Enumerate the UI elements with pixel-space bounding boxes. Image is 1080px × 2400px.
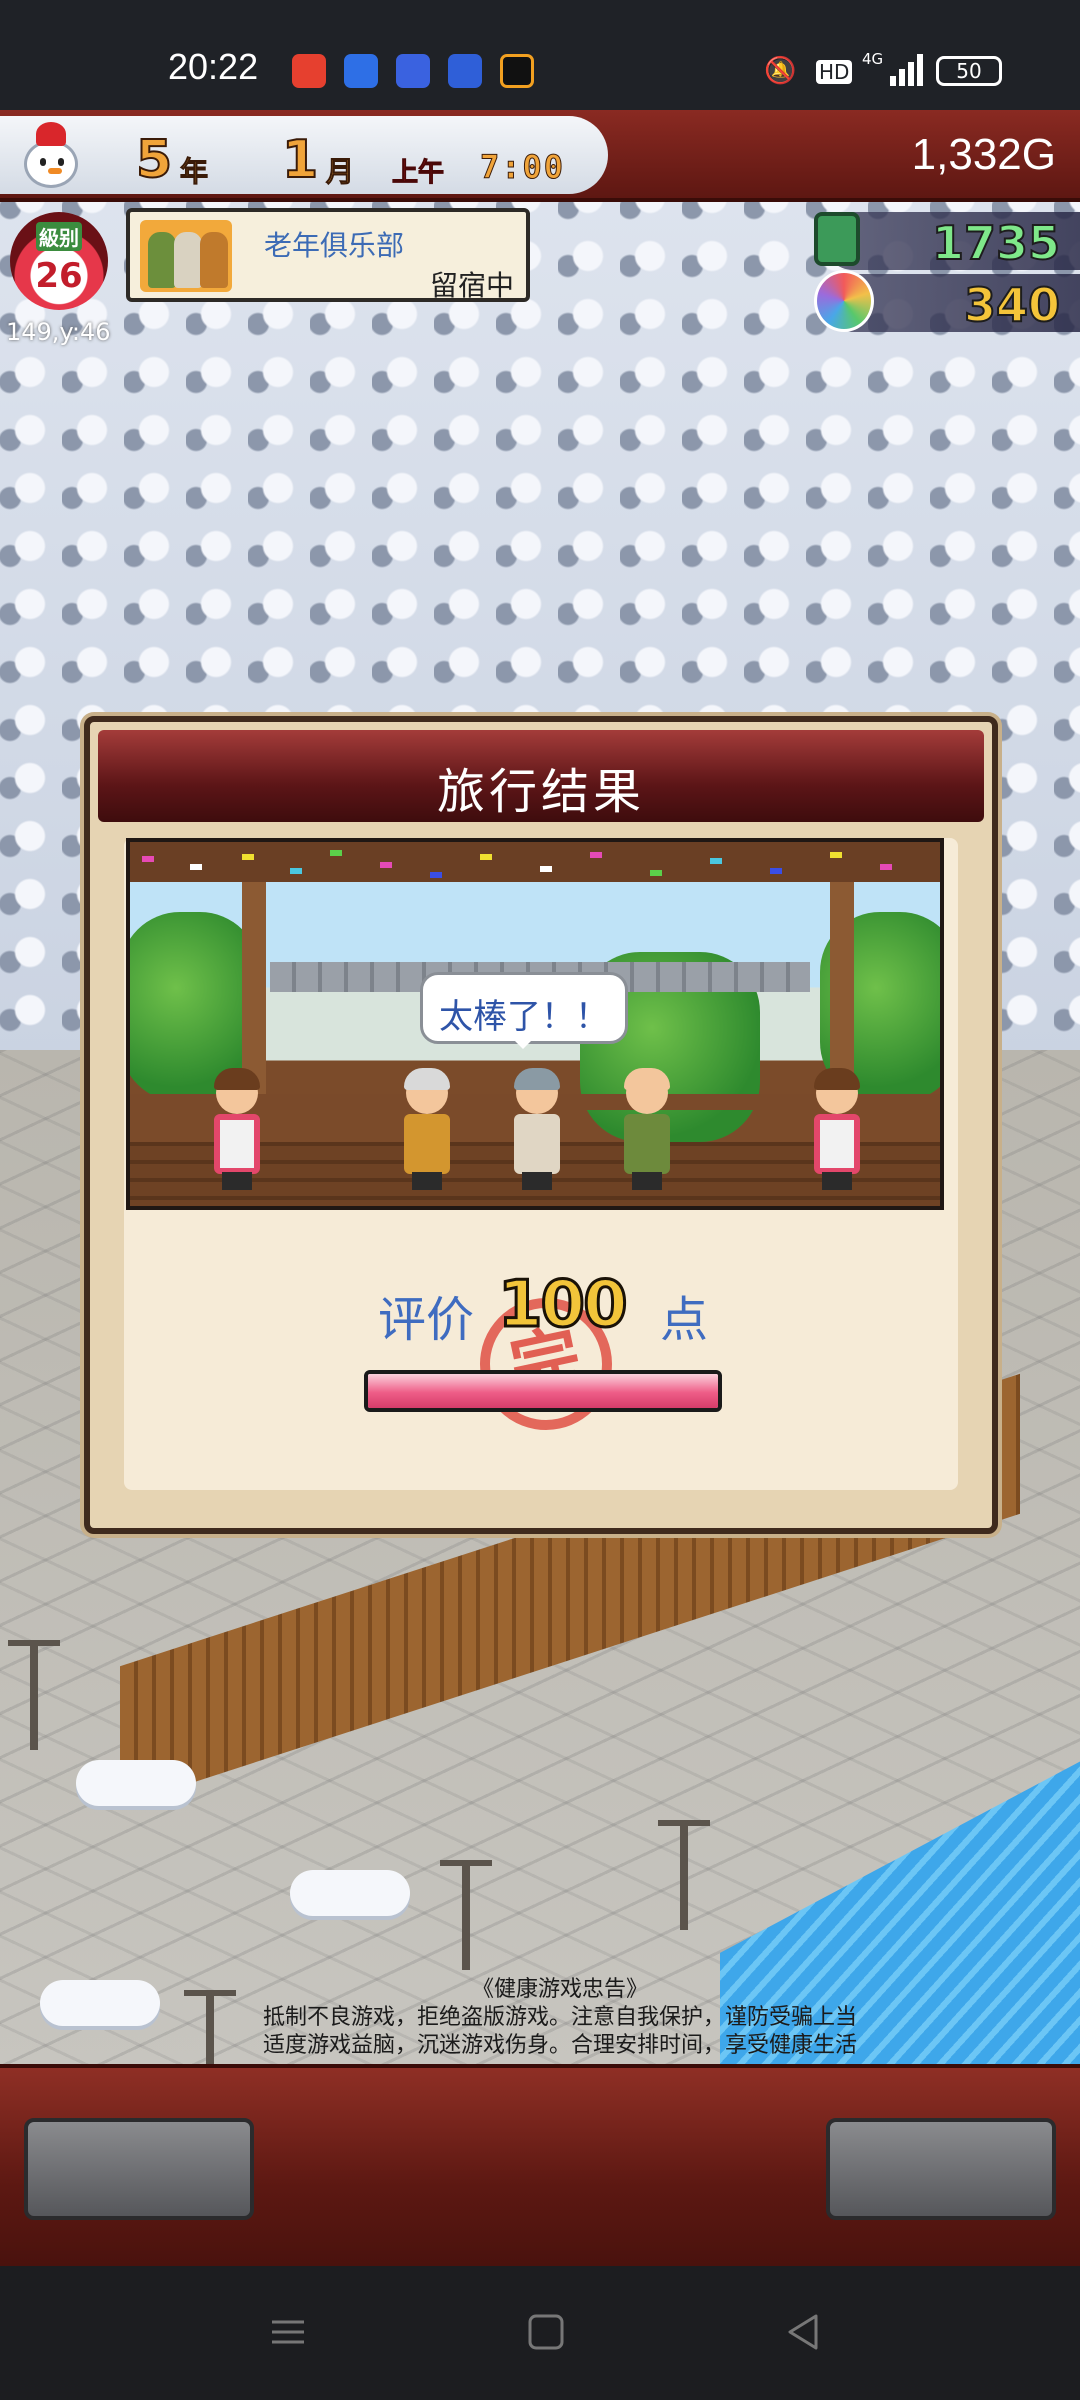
orange-square-app-icon (500, 54, 534, 88)
speech-text: 太棒了！！ (439, 997, 609, 1037)
result-illustration: 太棒了！！ (126, 838, 944, 1210)
signal-icon (890, 54, 924, 86)
month-unit: 月 (325, 155, 355, 189)
dialog-header: 旅行结果 (98, 730, 984, 822)
hd-icon: HD (816, 60, 853, 84)
video-app-icon (292, 54, 326, 88)
paw-app-icon (396, 54, 430, 88)
bottom-hud (0, 2064, 1080, 2266)
snow-pile (290, 1870, 410, 1916)
level-badge[interactable]: 級别 26 (10, 212, 108, 310)
health-notice-line1: 抵制不良游戏，拒绝盗版游戏。注意自我保护，谨防受骗上当 (262, 2005, 857, 2030)
menu-icon[interactable] (268, 2312, 308, 2352)
mute-icon: 🔕 (764, 56, 797, 86)
rating-value: 100 (497, 1267, 630, 1344)
network-type: 4G (862, 50, 884, 68)
health-notice: 《健康游戏忠告》 抵制不良游戏，拒绝盗版游戏。注意自我保护，谨防受骗上当 适度游… (240, 1976, 880, 2060)
elderly-guest (400, 1068, 454, 1190)
battery-icon: 50 (936, 56, 1002, 86)
street-lamp (440, 1860, 492, 1970)
status-time: 20:22 (168, 46, 259, 87)
money-display: 1,332G (911, 130, 1056, 179)
dialog-body: 太棒了！！ 评价 完 100 点 (124, 838, 958, 1490)
right-menu-button[interactable] (826, 2118, 1056, 2220)
infinity-app-icon (344, 54, 378, 88)
rating-unit: 点 (660, 1292, 709, 1348)
left-menu-button[interactable] (24, 2118, 254, 2220)
guest-group-card[interactable]: 老年俱乐部 留宿中 (126, 208, 530, 302)
snowman-icon (10, 118, 90, 208)
time-period: 上午 (391, 158, 445, 189)
health-notice-title: 《健康游戏忠告》 (471, 1977, 648, 2002)
travel-result-dialog[interactable]: 旅行结果 太棒了！！ 评价 完 100 点 (84, 716, 998, 1534)
level-value: 26 (35, 256, 83, 296)
health-notice-line2: 适度游戏益脑，沉迷游戏伤身。合理安排时间，享受健康生活 (262, 2033, 857, 2058)
snow-pile (76, 1760, 196, 1806)
coordinate-readout: 149,y:46 (6, 318, 111, 346)
level-label: 級别 (36, 222, 82, 251)
blue-dot-app-icon (448, 54, 482, 88)
ticket-icon (814, 212, 860, 266)
game-clock: 7:00 (479, 148, 566, 187)
rating-bar-fill (368, 1374, 718, 1408)
staff-character (210, 1068, 264, 1190)
back-icon[interactable] (784, 2312, 824, 2352)
home-icon[interactable] (526, 2312, 566, 2352)
staff-character (810, 1068, 864, 1190)
elderly-guest (620, 1068, 674, 1190)
hot-spring-icon (814, 270, 874, 332)
status-bar: 20:22 🔕 HD 4G 50 (0, 0, 1080, 110)
elderly-guest (510, 1068, 564, 1190)
elderly-group-portrait (140, 220, 232, 292)
spa-points-value: 340 (963, 277, 1061, 333)
ticket-value: 1735 (931, 215, 1061, 271)
dialog-title: 旅行结果 (436, 764, 645, 820)
spa-points-counter[interactable]: 340 (814, 270, 1080, 333)
rating-bar (364, 1370, 722, 1412)
snow-pile (40, 1980, 160, 2026)
group-status: 留宿中 (429, 269, 514, 302)
ticket-counter[interactable]: 1735 (814, 212, 1080, 271)
date-panel[interactable]: 5 年 1 月 上午 7:00 (0, 116, 608, 194)
navigation-bar (0, 2266, 1080, 2400)
rating-label: 评价 (378, 1292, 475, 1348)
veranda-beam (130, 842, 940, 882)
group-name: 老年俱乐部 (264, 229, 405, 262)
street-lamp (658, 1820, 710, 1930)
year-number: 5 (135, 129, 173, 191)
street-lamp (8, 1640, 60, 1750)
speech-bubble: 太棒了！！ (420, 972, 628, 1049)
year-unit: 年 (179, 155, 209, 189)
month-number: 1 (281, 129, 319, 191)
top-hud: 5 年 1 月 上午 7:00 1,332G (0, 110, 1080, 202)
